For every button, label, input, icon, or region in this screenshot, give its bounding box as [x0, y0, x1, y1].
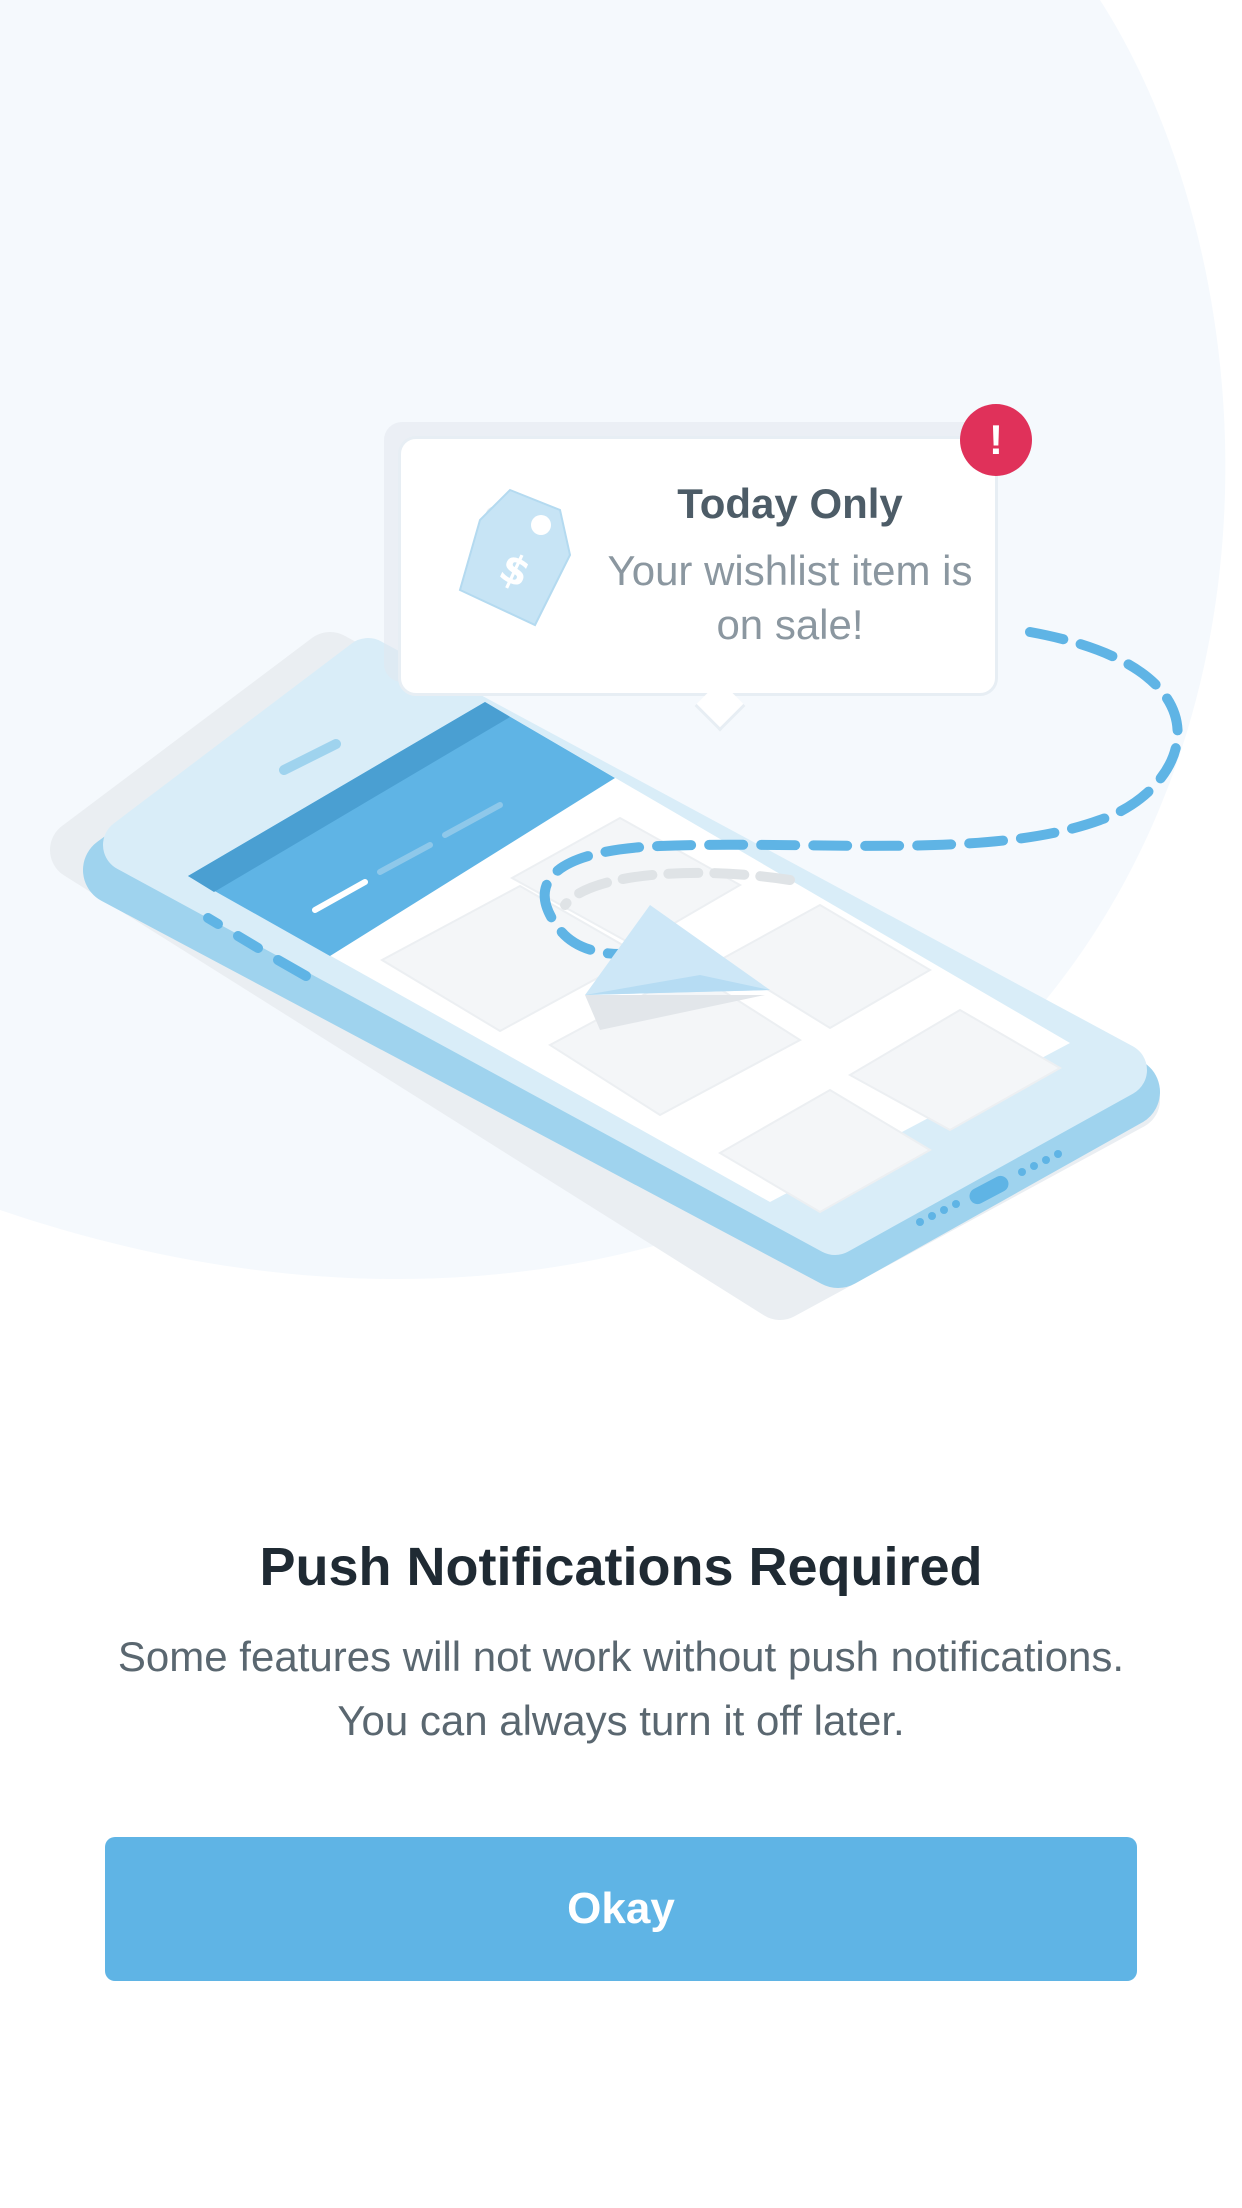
- push-permission-screen: $ ! Today Only Your wishlist item is on …: [0, 0, 1242, 2208]
- description-line-1: Some features will not work without push…: [117, 1633, 1125, 1680]
- exclamation-icon: !: [989, 416, 1003, 463]
- description-line-2: You can always turn it off later.: [337, 1697, 905, 1744]
- page-title: Push Notifications Required: [259, 1537, 983, 1597]
- okay-button[interactable]: Okay: [105, 1837, 1137, 1981]
- phone-illustration: [50, 627, 1183, 1320]
- page-description: Some features will not work without push…: [60, 1625, 1182, 1753]
- price-tag-icon: $: [458, 488, 572, 627]
- alert-badge: !: [960, 404, 1032, 476]
- notification-title: Today Only: [677, 480, 903, 527]
- notification-body: Your wishlist item is on sale!: [607, 547, 973, 648]
